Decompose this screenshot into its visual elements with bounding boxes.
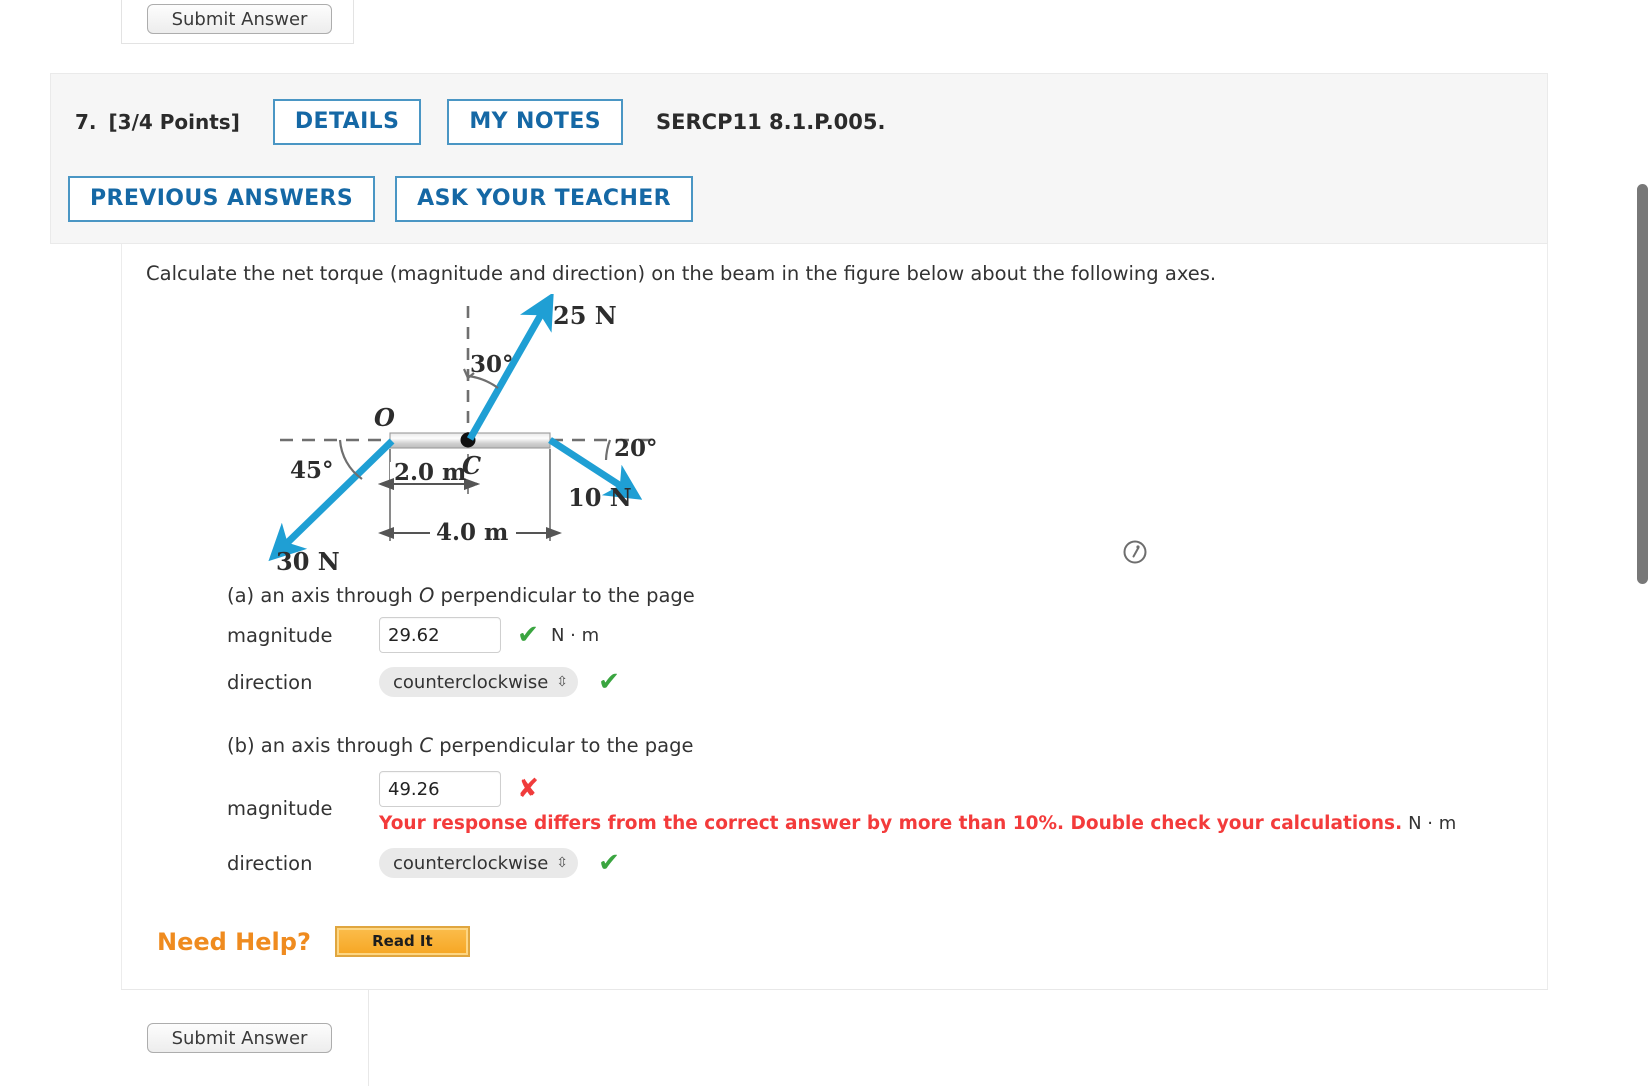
part-b-magnitude-group: ✘ Your response differs from the correct… <box>379 771 1456 834</box>
part-b-direction-select[interactable]: counterclockwise ⇳ <box>379 848 579 878</box>
part-a-direction-value: counterclockwise <box>393 671 549 693</box>
question-number: 7. <box>75 110 97 134</box>
part-b-magnitude-units: N · m <box>1408 813 1457 834</box>
question-header-row-primary: 7. [3/4 Points] DETAILS MY NOTES SERCP11… <box>75 99 886 145</box>
figure-label-point-O: O <box>374 403 395 432</box>
part-a-direction-correct-icon: ✔ <box>598 667 620 697</box>
question-prompt: Calculate the net torque (magnitude and … <box>146 262 1217 285</box>
part-b-label-prefix: (b) an axis through <box>227 734 420 757</box>
figure-label-dim-4m: 4.0 m <box>436 519 508 546</box>
page-scrollbar-track[interactable] <box>1635 0 1651 1086</box>
previous-question-submit-panel: Submit Answer <box>121 0 354 44</box>
ask-your-teacher-button[interactable]: ASK YOUR TEACHER <box>395 176 694 222</box>
part-b-label-var: C <box>419 734 434 757</box>
part-a-label-var: O <box>418 584 435 607</box>
part-b-magnitude-field-line: ✘ <box>379 771 1456 807</box>
part-b-error-message: Your response differs from the correct a… <box>379 813 1403 834</box>
details-button[interactable]: DETAILS <box>272 99 422 145</box>
figure-label-angle-45: 45° <box>290 457 334 484</box>
figure-label-force-25: 25 N <box>553 301 617 330</box>
my-notes-button[interactable]: MY NOTES <box>447 99 624 145</box>
question-header-row-secondary: PREVIOUS ANSWERS ASK YOUR TEACHER <box>68 176 694 222</box>
part-a-magnitude-correct-icon: ✔ <box>517 620 539 650</box>
figure-label-force-30: 30 N <box>276 547 340 576</box>
part-b-direction-value: counterclockwise <box>393 852 549 874</box>
part-a-label-prefix: (a) an axis through <box>227 584 419 607</box>
part-a-direction-label: direction <box>227 670 313 694</box>
question-points-badge: [3/4 Points] <box>108 110 240 134</box>
chevron-updown-icon: ⇳ <box>556 674 569 690</box>
panel-divider <box>368 990 369 1086</box>
part-a-magnitude-label: magnitude <box>227 623 333 647</box>
figure-label-dim-2m: 2.0 m <box>394 459 466 486</box>
submit-answer-button-bottom[interactable]: Submit Answer <box>147 1023 332 1053</box>
figure-label-angle-30: 30° <box>470 351 514 378</box>
need-help-section: Need Help? Read It <box>157 926 470 957</box>
answer-part-b: (b) an axis through C perpendicular to t… <box>227 734 1456 878</box>
part-b-label: (b) an axis through C perpendicular to t… <box>227 734 1456 757</box>
figure-label-angle-20: 20° <box>614 435 658 462</box>
part-b-direction-label: direction <box>227 851 313 875</box>
answer-part-a: (a) an axis through O perpendicular to t… <box>227 584 695 697</box>
torque-beam-svg: 25 N 30° O C 45° 20° 10 N 30 N 2.0 m 4.0… <box>268 292 658 576</box>
part-a-magnitude-units: N · m <box>551 624 600 646</box>
part-a-magnitude-row: magnitude ✔ N · m <box>227 617 695 653</box>
question-body: Calculate the net torque (magnitude and … <box>121 244 1548 989</box>
part-a-magnitude-input[interactable] <box>379 617 501 653</box>
part-b-direction-row: direction counterclockwise ⇳ ✔ <box>227 848 1456 878</box>
page-root: Submit Answer 7. [3/4 Points] DETAILS MY… <box>0 0 1651 1086</box>
part-a-direction-row: direction counterclockwise ⇳ ✔ <box>227 667 695 697</box>
read-it-button[interactable]: Read It <box>334 926 470 957</box>
previous-answers-button[interactable]: PREVIOUS ANSWERS <box>68 176 376 222</box>
need-help-label: Need Help? <box>157 927 311 956</box>
figure-label-force-10: 10 N <box>568 483 632 512</box>
part-b-magnitude-row: magnitude ✘ Your response differs from t… <box>227 771 1456 834</box>
part-b-magnitude-input[interactable] <box>379 771 501 807</box>
question-header: 7. [3/4 Points] DETAILS MY NOTES SERCP11… <box>50 73 1548 244</box>
info-icon[interactable] <box>1122 539 1148 565</box>
part-b-magnitude-incorrect-icon: ✘ <box>517 774 539 804</box>
part-b-error-line: Your response differs from the correct a… <box>379 813 1456 834</box>
part-b-label-suffix: perpendicular to the page <box>433 734 694 757</box>
part-a-label-suffix: perpendicular to the page <box>434 584 695 607</box>
next-question-submit-panel: Submit Answer <box>121 989 1548 1086</box>
page-scrollbar-thumb[interactable] <box>1637 184 1648 584</box>
question-code: SERCP11 8.1.P.005. <box>656 110 886 134</box>
part-b-direction-correct-icon: ✔ <box>598 848 620 878</box>
torque-beam-figure: 25 N 30° O C 45° 20° 10 N 30 N 2.0 m 4.0… <box>262 292 682 584</box>
part-b-magnitude-label: magnitude <box>227 797 333 820</box>
part-a-label: (a) an axis through O perpendicular to t… <box>227 584 695 607</box>
submit-answer-button-top[interactable]: Submit Answer <box>147 4 332 34</box>
chevron-updown-icon: ⇳ <box>556 855 569 871</box>
part-a-direction-select[interactable]: counterclockwise ⇳ <box>379 667 579 697</box>
